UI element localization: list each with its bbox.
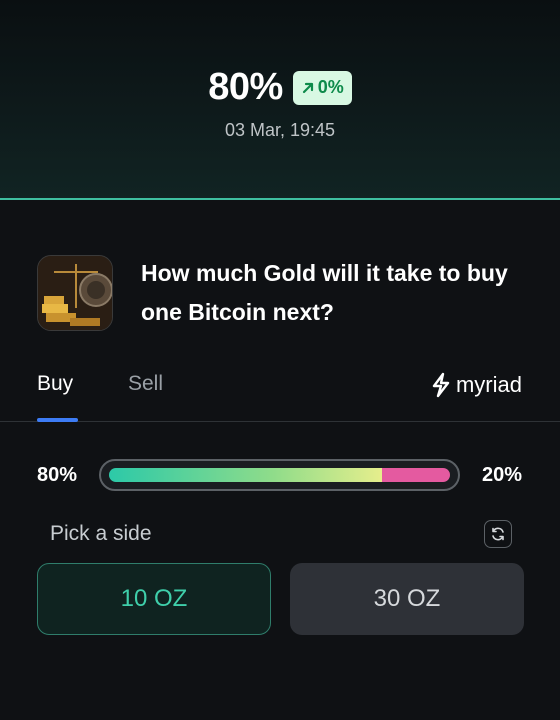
active-tab-indicator	[37, 418, 78, 422]
brand[interactable]: myriad	[430, 372, 522, 398]
arrow-up-right-icon	[302, 82, 313, 93]
thumbnail-image	[38, 256, 112, 330]
yes-segment	[109, 468, 382, 482]
tab-sell[interactable]: Sell	[128, 372, 163, 396]
probability-bar-row: 80% 20%	[37, 458, 522, 492]
pick-side-label: Pick a side	[50, 522, 152, 545]
pick-side-row: Pick a side	[50, 518, 512, 550]
timestamp: 03 Mar, 19:45	[224, 120, 336, 140]
trade-tabs: Buy Sell myriad	[0, 360, 560, 422]
option-10-oz-button[interactable]: 10 OZ	[37, 563, 271, 635]
probability-bar-fill	[109, 468, 450, 482]
refresh-button[interactable]	[484, 520, 512, 548]
brand-name: myriad	[455, 372, 522, 397]
gold-bitcoin-thumbnail	[37, 255, 113, 331]
option-30-oz-button[interactable]: 30 OZ	[290, 563, 524, 635]
myriad-logo-icon	[432, 372, 450, 398]
no-segment	[381, 468, 450, 482]
side-options: 10 OZ 30 OZ	[37, 563, 524, 635]
market-info: How much Gold will it take to buy one Bi…	[37, 254, 521, 332]
tab-buy[interactable]: Buy	[37, 372, 73, 396]
change-badge: 0%	[292, 70, 352, 105]
refresh-icon	[492, 527, 504, 541]
probability-bar	[99, 459, 460, 491]
chart-line	[0, 198, 560, 200]
price-row: 80% 0%	[0, 66, 560, 109]
chart-header: 80% 0% 03 Mar, 19:45	[0, 0, 560, 200]
change-value: 0%	[317, 77, 344, 97]
yes-probability: 80%	[37, 463, 78, 486]
market-question: How much Gold will it take to buy one Bi…	[141, 260, 508, 325]
probability-value: 80%	[208, 66, 283, 108]
no-probability: 20%	[481, 463, 522, 486]
